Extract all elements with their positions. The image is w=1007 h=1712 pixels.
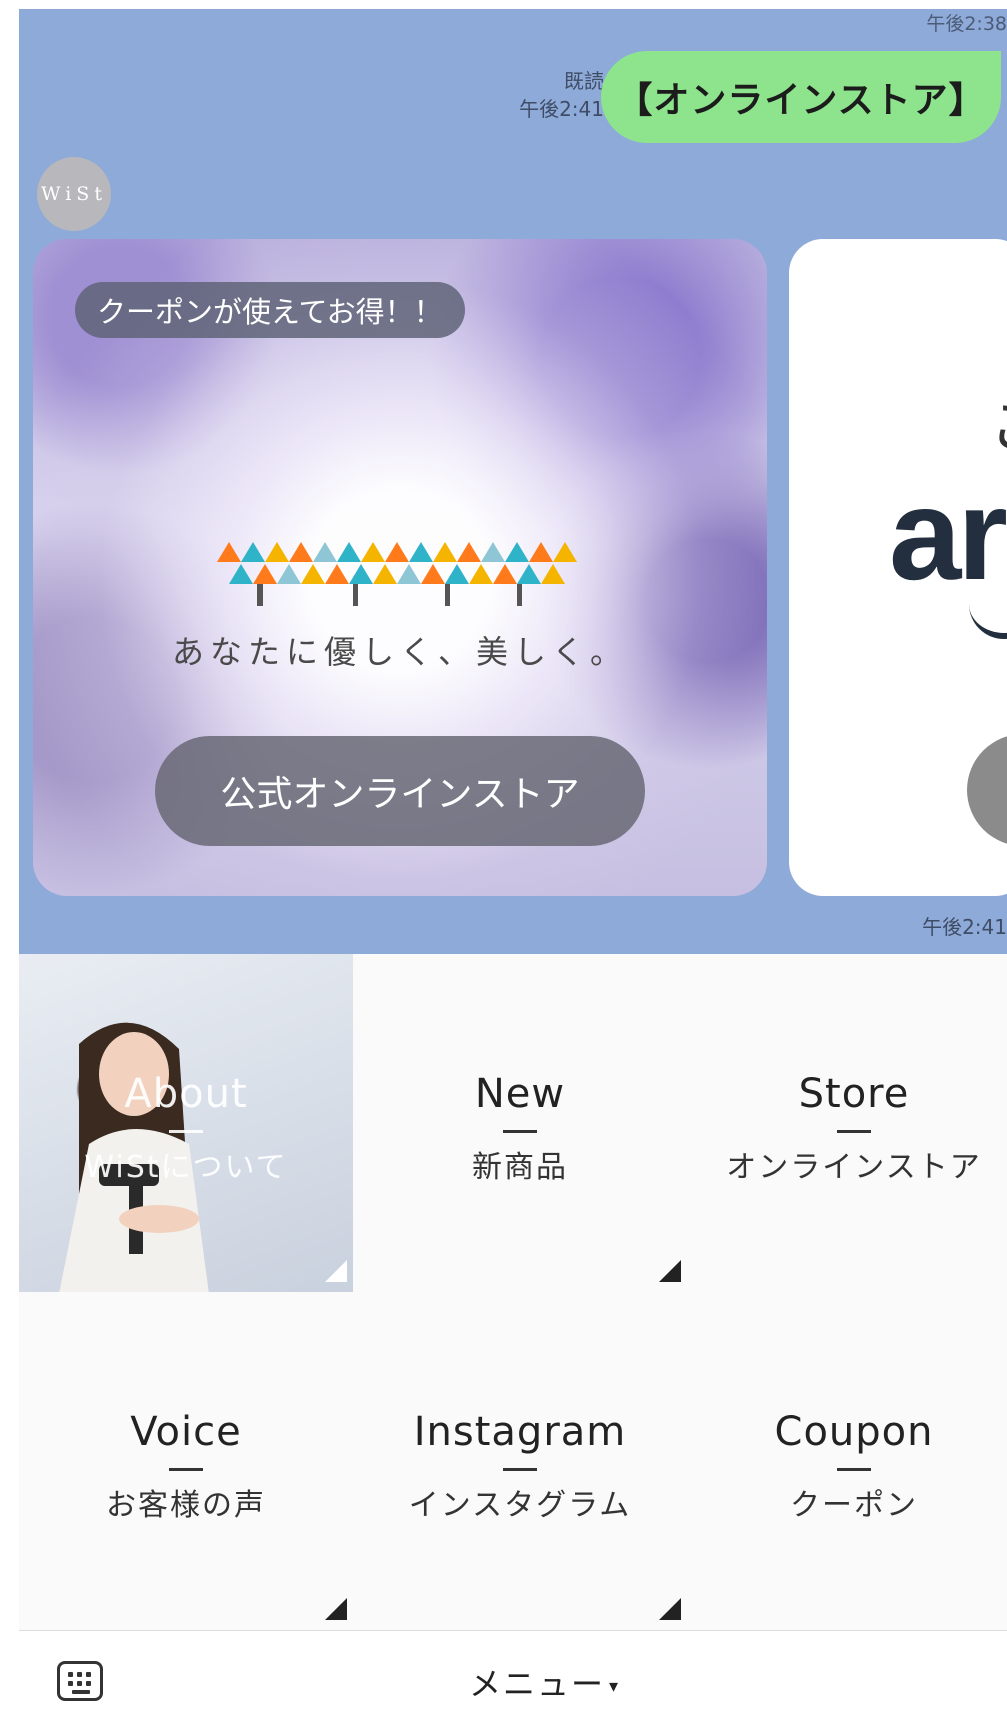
amazon-smile-icon — [969, 599, 1007, 639]
read-receipt: 既読 — [564, 69, 604, 93]
brand-tagline: あなたに優しく、美しく。 — [171, 633, 628, 671]
keyboard-icon[interactable] — [57, 1661, 103, 1701]
message-read-meta: 既読 午後2:41 — [439, 67, 604, 123]
menu-item-divider — [837, 1130, 871, 1133]
menu-item-new[interactable]: New 新商品 — [353, 954, 687, 1292]
corner-triangle-icon — [325, 1598, 347, 1620]
online-store-card[interactable]: クーポンが使えてお得！！ あなたに優しく、美しく。 公式オンラインストア — [33, 239, 767, 896]
chat-area: 午後2:38 既読 午後2:41 【オンラインストア】 WiSt クーポンが使え… — [19, 9, 1007, 954]
bottom-bar: メニュー ▾ — [19, 1630, 1007, 1712]
menu-item-divider — [503, 1130, 537, 1133]
menu-item-about-subtitle: WiStについて — [84, 1150, 288, 1185]
menu-item-coupon-title: Coupon — [774, 1409, 934, 1455]
menu-item-divider — [169, 1468, 203, 1471]
menu-item-divider — [169, 1130, 203, 1133]
menu-item-voice-title: Voice — [130, 1409, 242, 1455]
corner-triangle-icon — [659, 1260, 681, 1282]
amazon-store-card[interactable]: こ ar — [789, 239, 1007, 896]
menu-item-instagram[interactable]: Instagram インスタグラム — [353, 1292, 687, 1630]
chevron-down-icon: ▾ — [609, 1675, 621, 1697]
account-avatar[interactable]: WiSt — [37, 157, 111, 231]
corner-triangle-icon — [659, 1598, 681, 1620]
menu-item-about-title: About — [124, 1071, 248, 1117]
menu-item-instagram-subtitle: インスタグラム — [408, 1488, 632, 1523]
menu-item-voice-subtitle: お客様の声 — [106, 1488, 266, 1523]
menu-item-store-title: Store — [798, 1071, 910, 1117]
menu-item-about[interactable]: About WiStについて — [19, 954, 353, 1292]
coupon-badge: クーポンが使えてお得！！ — [75, 282, 465, 338]
wist-logo — [217, 542, 577, 606]
menu-toggle[interactable]: メニュー ▾ — [469, 1659, 620, 1705]
amazon-logo: ar — [889, 461, 1007, 607]
menu-item-new-title: New — [474, 1071, 566, 1117]
menu-item-divider — [503, 1468, 537, 1471]
message-timestamp-bottom: 午後2:41 — [922, 915, 1007, 939]
rich-menu: About WiStについて New 新商品 Store オンラインストア Vo… — [19, 954, 1007, 1630]
menu-item-instagram-title: Instagram — [413, 1409, 627, 1455]
corner-triangle-icon — [325, 1260, 347, 1282]
message-timestamp-top: 午後2:38 — [926, 13, 1007, 35]
amazon-store-button[interactable] — [967, 734, 1007, 846]
menu-item-new-subtitle: 新商品 — [472, 1150, 568, 1185]
official-store-button[interactable]: 公式オンラインストア — [155, 736, 645, 846]
menu-item-store-subtitle: オンラインストア — [726, 1150, 982, 1185]
sent-time: 午後2:41 — [519, 97, 604, 121]
menu-label: メニュー — [469, 1665, 606, 1703]
amazon-card-heading: こ — [989, 379, 1007, 466]
menu-item-store[interactable]: Store オンラインストア — [687, 954, 1007, 1292]
menu-item-coupon-subtitle: クーポン — [790, 1488, 918, 1523]
menu-item-voice[interactable]: Voice お客様の声 — [19, 1292, 353, 1630]
sent-message-bubble[interactable]: 【オンラインストア】 — [601, 51, 1001, 143]
menu-item-divider — [837, 1468, 871, 1471]
menu-item-coupon[interactable]: Coupon クーポン — [687, 1292, 1007, 1630]
